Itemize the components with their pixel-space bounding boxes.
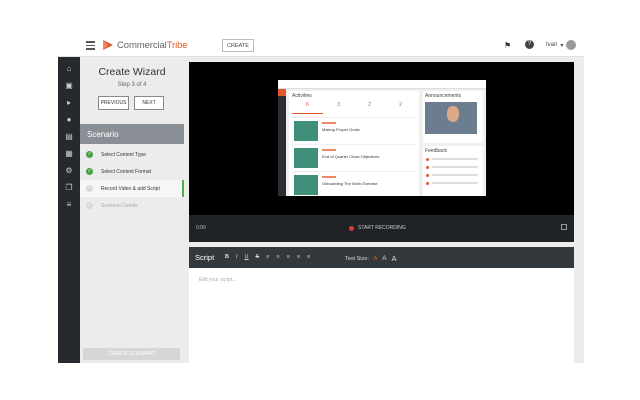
- next-button[interactable]: NEXT: [134, 96, 164, 110]
- script-input[interactable]: Edit your script...: [199, 277, 236, 283]
- preview-topbar: [278, 80, 486, 89]
- logo-text: CommercialTribe: [117, 39, 188, 51]
- previous-button[interactable]: PREVIOUS: [98, 96, 129, 110]
- create-wizard: Create Wizard Step 3 of 4 PREVIOUS NEXT …: [80, 57, 184, 363]
- indent-icon[interactable]: ≡: [307, 254, 310, 260]
- icon-sidebar: ⌂ ▣ ▸ ● ▤ ▦ ⚙ ❐ ≡: [58, 57, 80, 363]
- wizard-step-indicator: Step 3 of 4: [117, 82, 147, 88]
- preview-card: Onboarding The Work Exercise: [292, 171, 416, 196]
- format-tools: B I U S ≡ ≡ ≡ ≡ ≡: [225, 254, 310, 260]
- preview-activities-title: Activities: [292, 93, 312, 99]
- help-icon[interactable]: ?: [525, 40, 534, 49]
- step-label: Scenario Details: [101, 202, 138, 209]
- preview-stat: 2: [399, 102, 402, 108]
- preview-announcements-title: Announcements: [425, 93, 462, 99]
- text-size-label: Text Size:: [345, 255, 369, 262]
- step-record-video[interactable]: ✓ Record Video & add Script: [80, 180, 184, 197]
- align-center-icon[interactable]: ≡: [276, 254, 279, 260]
- video-recorder: Activities 6 3 2 2 Making Proper Goals E…: [189, 62, 574, 242]
- preview-stat: 3: [337, 102, 340, 108]
- underline-icon[interactable]: U: [245, 254, 249, 260]
- preview-thumbnail: [294, 148, 318, 168]
- italic-icon[interactable]: I: [236, 254, 238, 260]
- filter-icon[interactable]: ≡: [58, 197, 80, 211]
- preview-card: Making Proper Goals: [292, 117, 416, 143]
- logo[interactable]: CommercialTribe: [102, 39, 188, 51]
- user-menu[interactable]: Ivan ▾: [546, 40, 577, 50]
- create-button[interactable]: CREATE: [222, 39, 254, 52]
- video-controls: 0:00 START RECORDING: [189, 215, 574, 242]
- text-size-medium[interactable]: A: [382, 255, 386, 262]
- step-scenario-details[interactable]: ✓ Scenario Details: [80, 197, 184, 214]
- check-icon: ✓: [86, 202, 93, 209]
- tag-icon[interactable]: ▸: [58, 95, 80, 109]
- preview-activities: Activities 6 3 2 2 Making Proper Goals E…: [289, 91, 419, 196]
- step-label: Record Video & add Script: [101, 185, 160, 192]
- step-content-format[interactable]: ✓ Select Content Format: [80, 163, 184, 180]
- record-icon: [349, 225, 354, 231]
- settings-icon[interactable]: ⚙: [58, 163, 80, 177]
- video-time: 0:00: [196, 225, 206, 231]
- top-bar: CommercialTribe CREATE ⚑ ? Ivan ▾: [58, 35, 584, 57]
- script-editor: Script B I U S ≡ ≡ ≡ ≡ ≡ Text Size: A A …: [189, 247, 574, 363]
- script-title: Script: [195, 253, 215, 262]
- chevron-down-icon: ▾: [560, 42, 564, 49]
- wizard-title: Create Wizard: [98, 66, 166, 78]
- check-icon: ✓: [86, 168, 93, 175]
- people-icon[interactable]: ●: [58, 112, 80, 126]
- align-right-icon[interactable]: ≡: [287, 254, 290, 260]
- preview-stat: 2: [368, 102, 371, 108]
- preview-announcements: Announcements: [423, 91, 483, 143]
- dashboard-icon[interactable]: ▦: [58, 146, 80, 160]
- text-size-large[interactable]: A: [392, 254, 397, 263]
- library-icon[interactable]: ▣: [58, 78, 80, 92]
- bold-icon[interactable]: B: [225, 254, 229, 260]
- scenario-header: Scenario: [80, 124, 184, 144]
- script-toolbar: Script B I U S ≡ ≡ ≡ ≡ ≡ Text Size: A A …: [189, 247, 574, 268]
- step-label: Select Content Type: [101, 151, 146, 158]
- list-icon[interactable]: ≡: [297, 254, 300, 260]
- preview-feedback: Feedback: [423, 146, 483, 196]
- start-recording-button[interactable]: START RECORDING: [349, 225, 406, 231]
- check-icon: ✓: [86, 185, 93, 192]
- preview-stats: 6 3 2 2: [292, 102, 416, 114]
- fullscreen-icon[interactable]: [561, 224, 567, 230]
- preview-feedback-title: Feedback: [425, 148, 447, 154]
- preview-sidebar: [278, 89, 286, 196]
- copy-icon[interactable]: ❐: [58, 180, 80, 194]
- strikethrough-icon[interactable]: S: [256, 254, 260, 260]
- preview-card-title: Making Proper Goals: [322, 127, 360, 132]
- menu-icon[interactable]: [86, 41, 95, 50]
- home-icon[interactable]: ⌂: [58, 61, 80, 75]
- user-name: Ivan: [546, 42, 558, 48]
- preview-announcement-image: [425, 102, 477, 134]
- avatar: [566, 40, 577, 50]
- bell-icon[interactable]: ⚑: [504, 41, 513, 50]
- step-content-type[interactable]: ✓ Select Content Type: [80, 146, 184, 163]
- screen-preview: Activities 6 3 2 2 Making Proper Goals E…: [278, 80, 486, 196]
- step-label: Select Content Format: [101, 168, 152, 175]
- app-frame: CommercialTribe CREATE ⚑ ? Ivan ▾ ⌂ ▣ ▸ …: [58, 35, 584, 363]
- text-size-control: Text Size: A A A: [345, 254, 397, 263]
- preview-card: End of Quarter Close Objectives: [292, 144, 416, 170]
- preview-card-title: Onboarding The Work Exercise: [322, 181, 378, 186]
- align-left-icon[interactable]: ≡: [266, 254, 269, 260]
- preview-card-title: End of Quarter Close Objectives: [322, 154, 380, 159]
- logo-icon: [103, 40, 113, 50]
- preview-thumbnail: [294, 121, 318, 141]
- check-icon: ✓: [86, 151, 93, 158]
- text-size-small[interactable]: A: [374, 256, 377, 262]
- preview-stat: 6: [292, 102, 323, 114]
- create-scenario-button[interactable]: CREATE SCENARIO: [83, 348, 180, 360]
- record-label: START RECORDING: [358, 225, 406, 231]
- preview-thumbnail: [294, 175, 318, 195]
- report-icon[interactable]: ▤: [58, 129, 80, 143]
